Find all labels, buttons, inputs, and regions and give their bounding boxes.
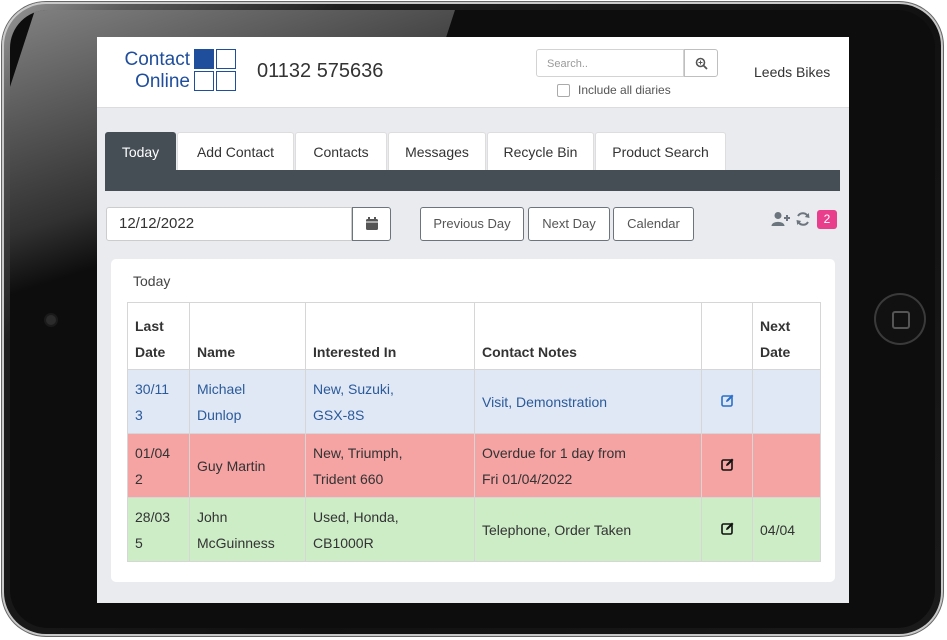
edit-icon[interactable] (720, 522, 734, 535)
cell-edit[interactable] (701, 497, 753, 562)
column-header-contact-notes[interactable]: Contact Notes (474, 302, 702, 370)
column-header-next-date[interactable]: Next Date (752, 302, 821, 370)
column-header-actions (701, 302, 753, 370)
cell-next-date (752, 433, 821, 498)
cell-next-date: 04/04 (752, 497, 821, 562)
cell-name[interactable]: Michael Dunlop (189, 369, 306, 434)
tab-today[interactable]: Today (105, 132, 176, 170)
cell-last-date: 30/11 3 (127, 369, 190, 434)
cell-name[interactable]: John McGuinness (189, 497, 306, 562)
cell-contact-notes: Overdue for 1 day from Fri 01/04/2022 (474, 433, 702, 498)
cell-last-date: 01/04 2 (127, 433, 190, 498)
tab-underline-bar (105, 170, 840, 191)
search-button[interactable] (684, 49, 718, 77)
search-icon (695, 57, 708, 70)
column-header-name[interactable]: Name (189, 302, 306, 370)
tab-product-search[interactable]: Product Search (595, 132, 726, 170)
contacts-table: Last Date Name Interested In Contact Note… (127, 302, 821, 562)
cell-edit[interactable] (701, 433, 753, 498)
table-header-row: Last Date Name Interested In Contact Note… (127, 302, 821, 370)
cell-contact-notes: Visit, Demonstration (474, 369, 702, 434)
table-row[interactable]: 01/04 2 Guy Martin New, Triumph, Trident 6… (127, 433, 821, 498)
column-header-last-date[interactable]: Last Date (127, 302, 190, 370)
refresh-icon[interactable] (795, 211, 811, 227)
tab-add-contact[interactable]: Add Contact (177, 132, 294, 170)
cell-edit[interactable] (701, 369, 753, 434)
column-header-interested-in[interactable]: Interested In (305, 302, 475, 370)
next-day-button[interactable]: Next Day (528, 207, 610, 241)
today-card: Today Last Date Name Interested In Contac… (111, 259, 835, 582)
phone-number: 01132 575636 (257, 60, 384, 82)
table-row[interactable]: 30/11 3 Michael Dunlop New, Suzuki, GSX-8S … (127, 369, 821, 434)
notification-badge[interactable]: 2 (817, 210, 837, 229)
search-input[interactable]: Search.. (536, 49, 684, 77)
cell-interested-in: Used, Honda, CB1000R (305, 497, 475, 562)
cell-interested-in: New, Suzuki, GSX-8S (305, 369, 475, 434)
include-all-diaries-label: Include all diaries (578, 83, 671, 97)
card-title: Today (133, 273, 171, 289)
include-all-diaries[interactable]: Include all diaries (557, 83, 671, 97)
app-screen: Contact Online 01132 575636 Search.. Inc… (97, 37, 849, 603)
header: Contact Online 01132 575636 Search.. Inc… (97, 37, 849, 108)
cell-last-date: 28/03 5 (127, 497, 190, 562)
logo-line-1: Contact (124, 49, 190, 70)
logo[interactable]: Contact Online (112, 49, 190, 93)
edit-icon[interactable] (720, 458, 734, 471)
home-button[interactable] (876, 295, 924, 343)
cell-contact-notes: Telephone, Order Taken (474, 497, 702, 562)
edit-icon[interactable] (720, 394, 734, 407)
calendar-icon (366, 217, 378, 230)
logo-grid-icon (194, 49, 238, 93)
tab-recycle-bin[interactable]: Recycle Bin (487, 132, 594, 170)
date-field[interactable]: 12/12/2022 (106, 207, 352, 241)
logo-line-2: Online (135, 71, 190, 92)
add-user-icon[interactable] (771, 211, 791, 227)
cell-next-date (752, 369, 821, 434)
include-all-diaries-checkbox[interactable] (557, 83, 570, 97)
organisation-name: Leeds Bikes (754, 64, 831, 80)
cell-interested-in: New, Triumph, Trident 660 (305, 433, 475, 498)
calendar-button[interactable]: Calendar (613, 207, 694, 241)
previous-day-button[interactable]: Previous Day (420, 207, 524, 241)
tab-messages[interactable]: Messages (388, 132, 486, 170)
date-picker-button[interactable] (352, 207, 391, 241)
tab-contacts[interactable]: Contacts (295, 132, 387, 170)
cell-name[interactable]: Guy Martin (189, 433, 306, 498)
camera (46, 315, 56, 325)
table-row[interactable]: 28/03 5 John McGuinness Used, Honda, CB1000… (127, 497, 821, 562)
